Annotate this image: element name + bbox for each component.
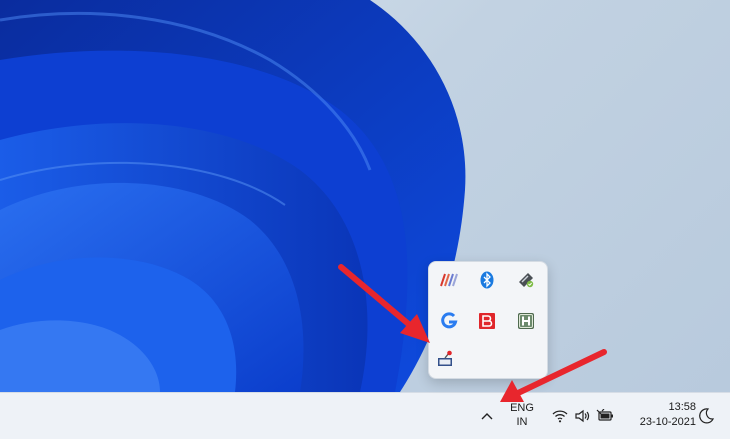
bitdefender-icon xyxy=(479,313,495,329)
speaker-icon xyxy=(575,409,590,423)
chevron-up-icon xyxy=(481,413,493,420)
clock-date: 23-10-2021 xyxy=(639,416,696,428)
language-code: ENG xyxy=(510,402,534,414)
bluetooth-button[interactable] xyxy=(476,269,498,291)
logitech-g-hub-icon xyxy=(441,312,458,329)
streak-app-icon xyxy=(440,273,458,287)
system-tray-quick-settings[interactable] xyxy=(548,405,618,427)
language-indicator[interactable]: ENG IN xyxy=(507,401,537,429)
bluetooth-icon xyxy=(480,271,494,289)
safely-remove-hardware-button[interactable] xyxy=(515,269,537,291)
show-hidden-icons-button[interactable] xyxy=(476,405,498,427)
wifi-icon xyxy=(552,410,568,423)
streak-app-button[interactable] xyxy=(438,269,460,291)
desktop xyxy=(0,0,730,392)
hotspot-shield-button[interactable] xyxy=(515,310,537,332)
hidden-icons-flyout xyxy=(428,261,548,379)
bitdefender-button[interactable] xyxy=(476,310,498,332)
logitech-g-hub-button[interactable] xyxy=(438,310,460,332)
taskbar: ENG IN 13:58 23-10-2021 xyxy=(0,392,730,439)
clock[interactable]: 13:58 23-10-2021 xyxy=(626,400,696,430)
battery-icon xyxy=(596,409,613,421)
safely-remove-hardware-icon xyxy=(519,273,534,288)
hotspot-shield-icon xyxy=(518,313,534,329)
printer-status-icon xyxy=(438,350,452,366)
focus-assist-moon-icon[interactable] xyxy=(697,407,715,425)
region-code: IN xyxy=(516,416,528,428)
printer-status-button[interactable] xyxy=(434,348,456,370)
clock-time: 13:58 xyxy=(668,401,696,413)
bloom-wallpaper xyxy=(0,0,466,392)
